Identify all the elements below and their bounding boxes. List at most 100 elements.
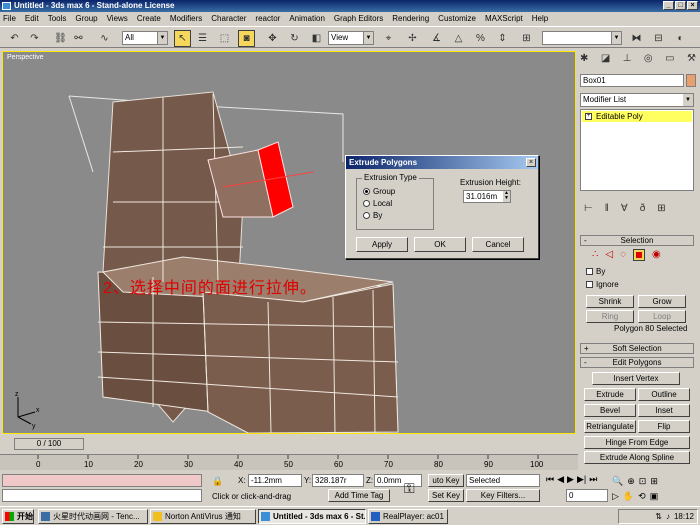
polygon-icon[interactable] [633,249,646,261]
inset-button[interactable]: Inset [638,404,690,417]
menu-views[interactable]: Views [107,14,128,23]
start-button[interactable]: 开始 [2,509,34,524]
select-object-icon[interactable]: ↖ [174,30,191,47]
bevel-button[interactable]: Bevel [584,404,636,417]
object-color-swatch[interactable] [686,74,696,87]
go-to-start-icon[interactable]: ⏮ [546,474,554,485]
pivot-center-icon[interactable]: ⌖ [380,30,397,47]
apply-button[interactable]: Apply [356,237,408,252]
menu-create[interactable]: Create [137,14,161,23]
select-by-name-icon[interactable]: ☰ [194,30,211,47]
ok-button[interactable]: OK [414,237,466,252]
ignore-backfacing-checkbox[interactable]: Ignore [586,280,619,289]
named-selection-icon[interactable]: ⊞ [518,30,535,47]
rotate-icon[interactable]: ↻ [286,30,303,47]
modifier-list-dropdown[interactable]: Modifier List ▼ [580,93,694,107]
utilities-tab-icon[interactable]: ⚒ [687,53,696,69]
maxscript-listener[interactable] [2,474,202,487]
extrude-along-spline-button[interactable]: Extrude Along Spline [584,451,690,464]
volume-icon[interactable]: ♪ [666,512,670,521]
add-time-tag-button[interactable]: Add Time Tag [328,489,390,502]
window-crossing-icon[interactable]: ◙ [238,30,255,47]
trackbar[interactable]: 0 10 20 30 40 50 60 70 80 90 100 [0,454,578,470]
next-frame-icon[interactable]: ▶| [577,474,586,485]
maximize-viewport-icon[interactable]: ▣ [650,491,659,502]
key-mode-dropdown[interactable]: Selected [466,474,540,487]
expand-icon[interactable]: + [585,113,592,120]
radio-group-indicator[interactable] [363,188,370,195]
menu-graph-editors[interactable]: Graph Editors [334,14,383,23]
bind-space-warp-icon[interactable]: ∿ [96,30,113,47]
flip-button[interactable]: Flip [638,420,690,433]
taskbar-item[interactable]: Norton AntiVirus 通知 [150,509,256,524]
zoom-extents-all-icon[interactable]: ⊞ [650,476,658,487]
cancel-button[interactable]: Cancel [472,237,524,252]
close-button[interactable]: × [687,1,698,10]
menu-edit[interactable]: Edit [25,14,39,23]
remove-modifier-icon[interactable]: ð [640,203,646,214]
scale-icon[interactable]: ◧ [308,30,325,47]
maxscript-input[interactable] [2,489,202,502]
insert-vertex-button[interactable]: Insert Vertex [592,372,680,385]
taskbar-item-active[interactable]: Untitled - 3ds max 6 - St... [258,509,366,524]
pin-stack-icon[interactable]: ⊢ [584,203,593,214]
display-tab-icon[interactable]: ▭ [665,53,674,69]
pan-icon[interactable]: ✋ [623,491,634,502]
key-filters-button[interactable]: Key Filters... [466,489,540,502]
percent-snap-icon[interactable]: % [472,30,489,47]
selection-filter-dropdown[interactable]: All ▼ [122,31,168,45]
menu-help[interactable]: Help [532,14,548,23]
angle-snap-icon[interactable]: △ [450,30,467,47]
outline-button[interactable]: Outline [638,388,690,401]
maximize-button[interactable]: □ [675,1,686,10]
previous-frame-icon[interactable]: ◀ [557,474,564,485]
vertex-icon[interactable]: ∴ [592,249,598,261]
go-to-end-icon[interactable]: ⏭ [589,474,597,485]
taskbar-item[interactable]: RealPlayer: ac01 [368,509,448,524]
play-icon[interactable]: ▶ [567,474,574,485]
modify-tab-icon[interactable]: ◪ [601,53,610,69]
radio-local-indicator[interactable] [363,200,370,207]
edge-icon[interactable]: ◁ [605,249,613,261]
motion-tab-icon[interactable]: ◎ [644,53,653,69]
extrusion-height-spinner[interactable]: 31.016m ▲ ▼ [463,190,511,203]
spinner-snap-icon[interactable]: ⇕ [494,30,511,47]
element-icon[interactable]: ◉ [652,249,661,261]
radio-local[interactable]: Local [363,199,392,208]
menu-character[interactable]: Character [211,14,246,23]
edit-polygons-rollout-header[interactable]: - Edit Polygons [580,357,694,368]
mirror-icon[interactable]: ⧓ [628,30,645,47]
field-of-view-icon[interactable]: ▷ [612,491,619,502]
menu-maxscript[interactable]: MAXScript [485,14,523,23]
spinner-arrows-icon[interactable]: ▲ ▼ [503,191,510,202]
current-frame-field[interactable]: 0 [566,489,608,502]
key-icon[interactable]: ⚿ [404,480,415,497]
radio-group[interactable]: Group [363,187,395,196]
link-icon[interactable]: ⛓ [52,30,69,47]
taskbar-item[interactable]: 火星时代动画网 - Tenc... [38,509,148,524]
material-editor-icon[interactable]: ◐ [672,30,689,47]
snap-3d-icon[interactable]: ∡ [428,30,445,47]
soft-selection-rollout-header[interactable]: + Soft Selection [580,343,694,354]
hierarchy-tab-icon[interactable]: ⊥ [623,53,632,69]
zoom-icon[interactable]: 🔍 [612,476,623,487]
lock-selection-icon[interactable]: 🔒 [212,476,223,487]
by-vertex-checkbox[interactable]: By [586,267,605,276]
named-selection-sets-dropdown[interactable]: ▼ [542,31,622,45]
menu-customize[interactable]: Customize [438,14,476,23]
menu-rendering[interactable]: Rendering [392,14,429,23]
align-icon[interactable]: ⊟ [650,30,667,47]
reference-coord-dropdown[interactable]: View ▼ [328,31,374,45]
time-slider[interactable]: 0 / 100 [14,438,84,450]
loop-button[interactable]: Loop [638,310,686,323]
set-key-button[interactable]: Set Key [428,489,464,502]
auto-key-button[interactable]: uto Key [428,474,464,487]
selection-rollout-header[interactable]: - Selection [580,235,694,246]
menu-modifiers[interactable]: Modifiers [170,14,202,23]
border-icon[interactable]: ◌ [620,249,626,261]
network-icon[interactable]: ⇅ [655,512,662,521]
undo-icon[interactable]: ↶ [6,30,23,47]
zoom-extents-icon[interactable]: ⊡ [639,476,647,487]
move-icon[interactable]: ✥ [264,30,281,47]
menu-animation[interactable]: Animation [289,14,325,23]
